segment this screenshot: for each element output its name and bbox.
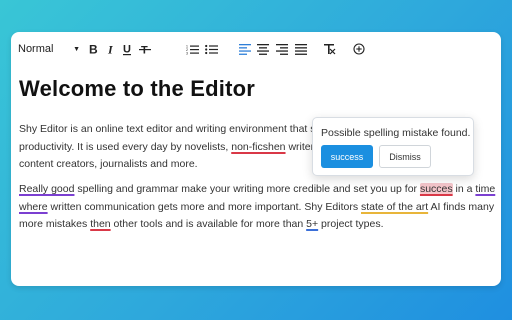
chevron-down-icon: ▼ <box>73 45 80 53</box>
ordered-list-icon: 1 2 3 <box>186 44 199 55</box>
clear-formatting-icon <box>324 43 336 54</box>
text-segment: productivity. It is used every day by no… <box>19 140 232 153</box>
svg-text:I: I <box>107 43 114 55</box>
popup-message: Possible spelling mistake found. <box>321 127 471 139</box>
grammar-error-highlight[interactable]: state of the art <box>361 201 428 213</box>
text-segment: writer <box>285 140 315 153</box>
paragraph-2-line-1: Really good spelling and grammar make yo… <box>19 181 495 199</box>
text-segment: written communication gets more and more… <box>47 200 361 213</box>
clear-formatting-button[interactable] <box>323 41 337 57</box>
bullet-list-button[interactable] <box>204 41 218 57</box>
bold-button[interactable]: B <box>87 41 99 57</box>
spelling-suggestion-popup: Possible spelling mistake found. success… <box>312 117 474 176</box>
underline-icon: U <box>123 43 131 55</box>
strikethrough-button[interactable]: T <box>138 41 152 57</box>
align-justify-icon <box>295 43 307 55</box>
style-suggestion-highlight[interactable]: where <box>19 201 48 213</box>
plus-circle-icon <box>353 43 365 55</box>
strikethrough-icon: T <box>139 45 151 55</box>
text-segment: other tools and is available for more th… <box>110 218 307 230</box>
editor-heading: Welcome to the Editor <box>19 76 256 101</box>
italic-button[interactable]: I <box>105 41 117 57</box>
paragraph-2[interactable]: Really good spelling and grammar make yo… <box>19 181 495 234</box>
align-justify-button[interactable] <box>294 41 308 57</box>
add-button[interactable] <box>352 41 366 57</box>
format-select[interactable]: Normal ▼ <box>18 41 80 57</box>
text-segment: project types. <box>318 218 384 230</box>
text-segment: spelling and grammar make your writing m… <box>74 183 420 195</box>
toolbar: Normal ▼ B I U T 1 2 3 <box>11 32 501 66</box>
format-select-value: Normal <box>18 43 54 55</box>
svg-text:3: 3 <box>186 51 188 55</box>
active-spelling-error-highlight[interactable]: succes <box>419 183 453 195</box>
paragraph-2-line-3: more mistakes then other tools and is av… <box>19 216 495 234</box>
style-suggestion-highlight[interactable]: Really good <box>19 183 74 195</box>
suggestion-button[interactable]: success <box>321 145 373 168</box>
style-suggestion-highlight[interactable]: time <box>475 183 495 195</box>
align-center-button[interactable] <box>256 41 270 57</box>
italic-icon: I <box>107 43 114 55</box>
svg-text:B: B <box>89 43 98 55</box>
paragraph-1-line-3: content creators, journalists and more. <box>19 158 198 170</box>
paragraph-1-line-1: Shy Editor is an online text editor and … <box>19 123 316 135</box>
align-left-icon <box>239 43 251 55</box>
paragraph-1[interactable]: Shy Editor is an online text editor and … <box>19 121 316 174</box>
underline-button[interactable]: U <box>121 41 133 57</box>
text-segment: more mistakes <box>19 218 91 230</box>
text-segment: in a <box>452 183 476 195</box>
paragraph-1-line-2: productivity. It is used every day by no… <box>19 139 316 157</box>
spelling-error-highlight[interactable]: non-ficshen <box>231 141 285 153</box>
style-suggestion-highlight[interactable]: 5+ <box>306 218 318 230</box>
text-segment: AI finds many <box>428 200 495 213</box>
paragraph-2-line-2: where written communication gets more an… <box>19 199 495 217</box>
align-left-button[interactable] <box>238 41 252 57</box>
align-right-icon <box>276 43 288 55</box>
dismiss-button[interactable]: Dismiss <box>379 145 431 168</box>
bullet-list-icon <box>204 44 218 54</box>
align-right-button[interactable] <box>275 41 289 57</box>
grammar-error-highlight[interactable]: then <box>90 218 110 230</box>
align-center-icon <box>257 43 269 55</box>
ordered-list-button[interactable]: 1 2 3 <box>185 41 199 57</box>
svg-text:U: U <box>123 43 131 55</box>
bold-icon: B <box>89 43 98 55</box>
